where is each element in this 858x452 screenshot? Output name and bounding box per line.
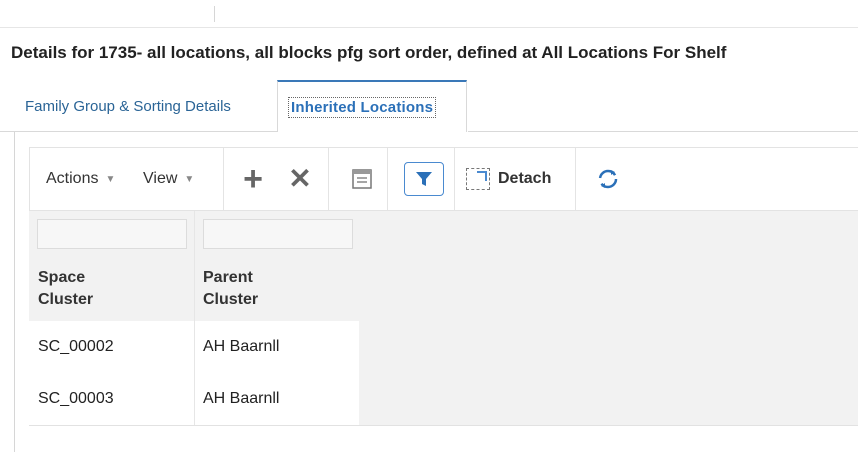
parent-cluster-cell: AH Baarnll xyxy=(203,390,280,407)
detach-label: Detach xyxy=(498,170,552,187)
delete-icon[interactable]: ✕ xyxy=(285,164,315,194)
freeze-icon[interactable] xyxy=(347,164,377,194)
space-cluster-cell: SC_00002 xyxy=(38,338,114,355)
view-menu[interactable]: View ▼ xyxy=(143,148,194,210)
top-separator xyxy=(214,6,215,22)
column-header-parent-cluster[interactable]: Parent Cluster xyxy=(203,267,258,311)
column-divider xyxy=(194,211,195,425)
tab-family-group-sorting-details[interactable]: Family Group & Sorting Details xyxy=(25,80,231,132)
view-label: View xyxy=(143,170,178,187)
header-label: Space Cluster xyxy=(38,269,94,308)
actions-menu[interactable]: Actions ▼ xyxy=(46,148,115,210)
column-header-space-cluster[interactable]: Space Cluster xyxy=(38,267,93,311)
detach-button[interactable]: Detach xyxy=(466,162,551,196)
space-cluster-filter-input[interactable] xyxy=(37,219,187,249)
tab-inherited-locations[interactable]: Inherited Locations xyxy=(277,80,467,132)
parent-cluster-cell: AH Baarnll xyxy=(203,338,280,355)
detach-icon xyxy=(466,168,490,190)
caret-down-icon: ▼ xyxy=(184,173,195,185)
actions-label: Actions xyxy=(46,170,99,187)
toolbar-separator xyxy=(223,148,224,210)
table-bottom-border xyxy=(29,425,858,426)
table-toolbar: Actions ▼ View ▼ + ✕ Detach xyxy=(29,147,858,211)
parent-cluster-filter-input[interactable] xyxy=(203,219,353,249)
caret-down-icon: ▼ xyxy=(105,173,116,185)
header-label: Parent Cluster xyxy=(203,269,259,308)
wrap-icon[interactable] xyxy=(593,164,623,194)
toolbar-separator xyxy=(575,148,576,210)
add-icon[interactable]: + xyxy=(238,162,268,196)
space-cluster-cell: SC_00003 xyxy=(38,390,114,407)
toolbar-separator xyxy=(387,148,388,210)
page-title: Details for 1735- all locations, all blo… xyxy=(11,43,727,62)
toolbar-separator xyxy=(454,148,455,210)
tab-bar: Family Group & Sorting Details Inherited… xyxy=(0,80,858,132)
tab-label: Inherited Locations xyxy=(288,96,437,118)
top-divider xyxy=(0,27,858,28)
toolbar-separator xyxy=(328,148,329,210)
filter-icon[interactable] xyxy=(404,162,444,196)
tab-label: Family Group & Sorting Details xyxy=(25,97,231,115)
